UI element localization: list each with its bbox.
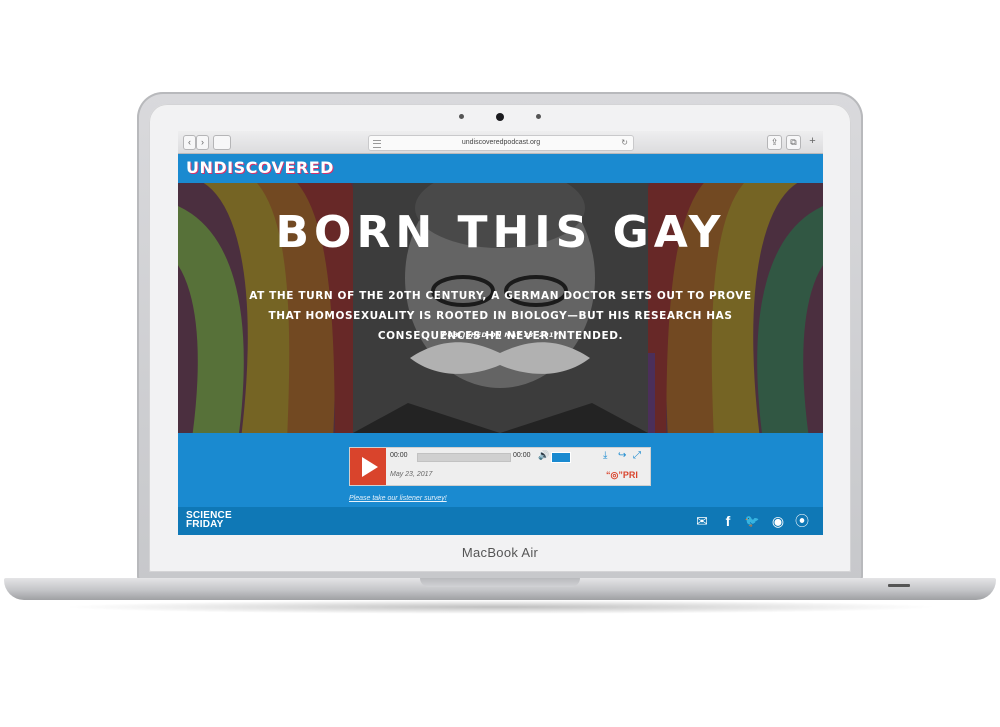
logo-line-2: FRIDAY [186,519,224,530]
screen: ‹ › undiscoveredpodcast.org ↻ ⇪ ⧉ + UNDI… [178,131,823,535]
share-button[interactable]: ⇪ [767,135,782,150]
current-time: 00:00 [390,452,408,459]
twitter-icon[interactable]: 🐦 [743,512,761,530]
pri-logo[interactable]: “◎”PRI [606,470,638,481]
share-icon[interactable]: ↪ [618,450,626,461]
address-bar[interactable]: undiscoveredpodcast.org ↻ [368,135,634,151]
audio-player: 00:00 00:00 🔊 ⤓ ↪ ⤢ May 23, 2017 “◎”PRI [349,447,651,486]
side-port [888,584,910,587]
back-button[interactable]: ‹ [183,135,196,150]
reload-icon[interactable]: ↻ [621,136,628,150]
sensor-dot-right [536,114,541,119]
player-date: May 23, 2017 [390,471,433,478]
survey-link[interactable]: Please take our listener survey! [349,495,447,502]
camera-icon [496,113,504,121]
publish-date: PUBLISHED ON MAY 23, 2017 [442,331,559,339]
duration: 00:00 [513,452,531,459]
download-icon[interactable]: ⤓ [603,450,607,461]
new-tab-button[interactable]: + [806,135,819,148]
player-section: 00:00 00:00 🔊 ⤓ ↪ ⤢ May 23, 2017 “◎”PRI … [178,433,823,507]
facebook-icon[interactable]: f [719,512,737,530]
play-button[interactable] [350,448,386,485]
site-footer: SCIENCE FRIDAY ✉ f 🐦 ◉ ⦿ [178,507,823,535]
progress-slider[interactable] [417,453,511,462]
mail-icon[interactable]: ✉ [693,512,711,530]
site-header: UNDISCOVERED [178,154,823,183]
page-title: BORN THIS GAY [275,207,726,258]
hero-banner: BORN THIS GAY AT THE TURN OF THE 20TH CE… [178,183,823,433]
lid-notch [420,578,580,587]
site-logo[interactable]: UNDISCOVERED [186,158,334,177]
play-icon [362,457,378,477]
sensor-dot-left [459,114,464,119]
browser-toolbar: ‹ › undiscoveredpodcast.org ↻ ⇪ ⧉ + [178,131,823,154]
expand-icon[interactable]: ⤢ [633,450,641,461]
laptop-shadow [60,600,940,614]
laptop-brand-label: MacBook Air [461,545,539,560]
podcast-icon[interactable]: ◉ [769,512,787,530]
url-text: undiscoveredpodcast.org [461,139,541,146]
sidebar-button[interactable] [213,135,231,150]
tabs-button[interactable]: ⧉ [786,135,801,150]
science-friday-logo[interactable]: SCIENCE FRIDAY [186,511,232,530]
volume-slider[interactable] [551,452,571,463]
pri-label: PRI [622,470,638,480]
forward-button[interactable]: › [196,135,209,150]
volume-icon[interactable]: 🔊 [538,450,549,461]
rss-icon[interactable]: ⦿ [793,512,811,530]
